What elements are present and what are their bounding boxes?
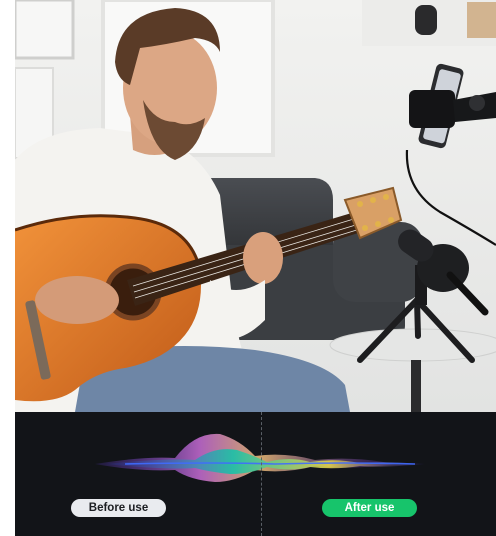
comparison-panel: Before use After use <box>15 412 496 536</box>
side-table-leg <box>411 360 421 412</box>
product-banner: Before use After use <box>15 0 496 536</box>
hero-photo <box>15 0 496 412</box>
shelf-box <box>467 2 496 38</box>
after-use-label: After use <box>322 499 417 517</box>
man-right-hand <box>35 276 119 324</box>
tripod-leg <box>414 297 421 339</box>
sound-waveform <box>95 433 425 482</box>
wall-frame <box>15 0 75 60</box>
before-use-label: Before use <box>71 499 166 517</box>
man-left-hand <box>243 232 283 284</box>
before-after-divider <box>261 412 262 536</box>
waveform-line <box>124 462 416 465</box>
shelf-camera <box>415 5 437 35</box>
